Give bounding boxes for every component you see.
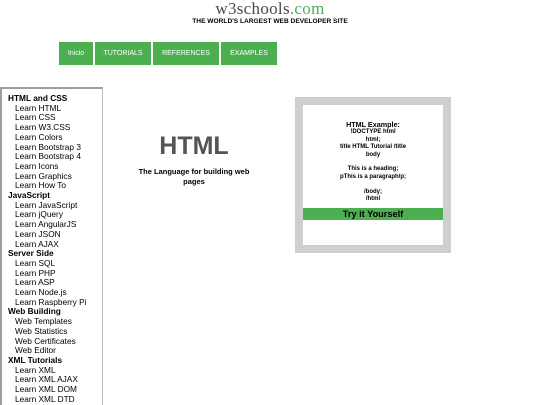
example-code-block-1: !DOCTYPE html html; title HTML Tutorial /t… xyxy=(303,129,443,159)
example-code-line: /body; xyxy=(364,188,382,195)
hero-title: HTML xyxy=(159,132,229,160)
nav-references[interactable]: REFERENCES xyxy=(153,42,219,65)
nav-examples[interactable]: EXAMPLES xyxy=(221,42,277,65)
example-title: HTML Example: xyxy=(346,120,400,129)
example-code-line: !DOCTYPE html xyxy=(350,129,396,135)
try-it-yourself-button[interactable]: Try it Yourself xyxy=(303,207,443,220)
example-gap xyxy=(303,159,443,166)
top-navigation: Inicio TUTORIALS REFERENCES EXAMPLES xyxy=(59,42,277,65)
site-header: w3schools.com THE WORLD'S LARGEST WEB DE… xyxy=(0,0,540,26)
nav-tutorials[interactable]: TUTORIALS xyxy=(95,42,151,65)
example-code-line: pThis is a paragraph/p; xyxy=(339,173,406,180)
example-frame: HTML Example: !DOCTYPE html html; title HT… xyxy=(295,97,451,253)
logo-tld: .com xyxy=(289,0,325,18)
sidebar-link[interactable]: Learn XML DTD xyxy=(8,394,102,405)
hero-subtitle: The Language for building web pages xyxy=(138,167,250,186)
example-code-line: html; xyxy=(365,136,381,143)
example-code-line: This is a heading; xyxy=(347,166,399,173)
example-code-line: title HTML Tutorial /title xyxy=(339,144,407,151)
example-code-line: body xyxy=(365,151,381,158)
example-code-block-2: This is a heading; pThis is a paragraph/p… xyxy=(303,166,443,181)
site-tagline: THE WORLD'S LARGEST WEB DEVELOPER SITE xyxy=(192,18,348,25)
example-gap xyxy=(303,182,443,189)
example-code-line: /html xyxy=(365,196,381,203)
sidebar: HTML and CSS Learn HTML Learn CSS Learn W3.… xyxy=(0,87,103,405)
hero: HTML The Language for building web pages xyxy=(134,131,254,186)
nav-inicio[interactable]: Inicio xyxy=(59,42,93,65)
example-code-block-3: /body;/html xyxy=(303,189,443,204)
logo-main: w3schools xyxy=(215,0,290,18)
example-panel: HTML Example: !DOCTYPE html html; title HT… xyxy=(303,105,443,245)
site-logo[interactable]: w3schools.com xyxy=(0,0,540,17)
